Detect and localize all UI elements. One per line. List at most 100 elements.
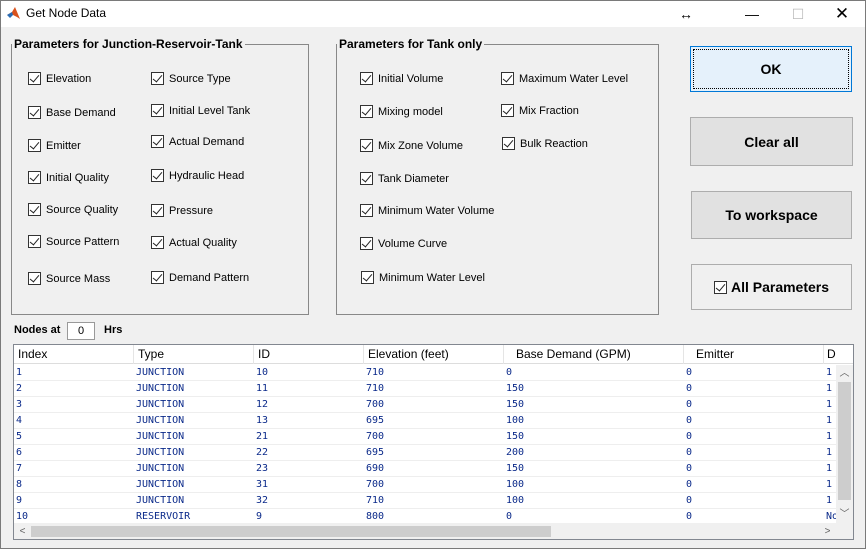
source-mass-checkbox[interactable]: Source Mass [28, 272, 110, 285]
horizontal-scrollbar[interactable]: < > [14, 523, 836, 539]
checkbox-box[interactable] [360, 72, 373, 85]
node-data-table[interactable]: Index Type ID Elevation (feet) Base Dema… [13, 344, 854, 540]
checkbox-box[interactable] [360, 204, 373, 217]
tank-diameter-checkbox[interactable]: Tank Diameter [360, 172, 449, 185]
checkbox-box[interactable] [501, 72, 514, 85]
scroll-up-icon[interactable]: ︿ [836, 365, 853, 382]
pressure-checkbox[interactable]: Pressure [151, 204, 213, 217]
table-cell[interactable]: JUNCTION [134, 461, 254, 477]
base-demand-checkbox[interactable]: Base Demand [28, 106, 116, 119]
table-cell[interactable]: 695 [364, 445, 504, 461]
table-cell[interactable]: 5 [14, 429, 134, 445]
initial-volume-checkbox[interactable]: Initial Volume [360, 72, 443, 85]
mixing-model-checkbox[interactable]: Mixing model [360, 105, 443, 118]
all-parameters-checkbox[interactable] [713, 280, 727, 294]
table-cell[interactable]: JUNCTION [134, 413, 254, 429]
table-cell[interactable]: 700 [364, 397, 504, 413]
source-pattern-checkbox[interactable]: Source Pattern [28, 235, 119, 248]
hydraulic-head-checkbox[interactable]: Hydraulic Head [151, 169, 244, 182]
initial-level-tank-checkbox[interactable]: Initial Level Tank [151, 104, 250, 117]
mix-fraction-checkbox[interactable]: Mix Fraction [501, 104, 579, 117]
table-cell[interactable]: 22 [254, 445, 364, 461]
source-type-checkbox[interactable]: Source Type [151, 72, 231, 85]
table-cell[interactable]: 710 [364, 381, 504, 397]
scroll-right-icon[interactable]: > [819, 523, 836, 539]
table-cell[interactable]: 710 [364, 493, 504, 509]
emitter-checkbox[interactable]: Emitter [28, 139, 81, 152]
table-row[interactable]: 5 JUNCTION 21 700 150 0 1 [14, 429, 836, 445]
resize-icon[interactable]: ↔ [663, 1, 709, 27]
table-cell[interactable]: JUNCTION [134, 493, 254, 509]
table-cell[interactable]: 0 [684, 397, 824, 413]
table-cell[interactable]: 0 [684, 461, 824, 477]
column-header-id[interactable]: ID [254, 345, 364, 364]
checkbox-box[interactable] [360, 139, 373, 152]
checkbox-box[interactable] [28, 139, 41, 152]
table-cell[interactable]: JUNCTION [134, 381, 254, 397]
table-cell[interactable]: 7 [14, 461, 134, 477]
actual-demand-checkbox[interactable]: Actual Demand [151, 135, 244, 148]
demand-pattern-checkbox[interactable]: Demand Pattern [151, 271, 249, 284]
minimum-water-volume-checkbox[interactable]: Minimum Water Volume [360, 204, 494, 217]
table-cell[interactable]: 100 [504, 493, 684, 509]
checkbox-box[interactable] [151, 104, 164, 117]
table-cell[interactable]: 690 [364, 461, 504, 477]
column-header-emitter[interactable]: Emitter [684, 345, 824, 364]
checkbox-box[interactable] [28, 106, 41, 119]
checkbox-box[interactable] [151, 271, 164, 284]
table-cell[interactable]: 0 [684, 429, 824, 445]
to-workspace-button[interactable]: To workspace [691, 191, 852, 239]
nodes-at-hours-input[interactable]: 0 [67, 322, 95, 340]
bulk-reaction-checkbox[interactable]: Bulk Reaction [502, 137, 588, 150]
table-row[interactable]: 3 JUNCTION 12 700 150 0 1 [14, 397, 836, 413]
ok-button[interactable]: OK [690, 46, 852, 92]
checkbox-box[interactable] [28, 272, 41, 285]
table-cell[interactable]: 0 [684, 477, 824, 493]
table-cell[interactable]: 695 [364, 413, 504, 429]
elevation-checkbox[interactable]: Elevation [28, 72, 91, 85]
minimum-water-level-checkbox[interactable]: Minimum Water Level [361, 271, 485, 284]
checkbox-box[interactable] [360, 105, 373, 118]
table-cell[interactable]: 1 [14, 365, 134, 381]
table-cell[interactable]: 23 [254, 461, 364, 477]
table-cell[interactable]: 150 [504, 381, 684, 397]
table-cell[interactable]: 0 [684, 365, 824, 381]
initial-quality-checkbox[interactable]: Initial Quality [28, 171, 109, 184]
table-cell[interactable]: 4 [14, 413, 134, 429]
scroll-left-icon[interactable]: < [14, 523, 31, 539]
checkbox-box[interactable] [501, 104, 514, 117]
table-cell[interactable]: 0 [684, 381, 824, 397]
checkbox-box[interactable] [360, 172, 373, 185]
table-row[interactable]: 9 JUNCTION 32 710 100 0 1 [14, 493, 836, 509]
table-cell[interactable]: 0 [684, 493, 824, 509]
checkbox-box[interactable] [28, 72, 41, 85]
checkbox-box[interactable] [151, 169, 164, 182]
checkbox-box[interactable] [361, 271, 374, 284]
table-cell[interactable]: 710 [364, 365, 504, 381]
vertical-scrollbar[interactable]: ︿ ﹀ [836, 365, 853, 523]
table-row[interactable]: 6 JUNCTION 22 695 200 0 1 [14, 445, 836, 461]
table-cell[interactable]: 2 [14, 381, 134, 397]
table-row[interactable]: 4 JUNCTION 13 695 100 0 1 [14, 413, 836, 429]
table-cell[interactable]: 150 [504, 429, 684, 445]
table-cell[interactable]: 0 [684, 445, 824, 461]
clear-all-button[interactable]: Clear all [690, 117, 853, 166]
table-row[interactable]: 2 JUNCTION 11 710 150 0 1 [14, 381, 836, 397]
volume-curve-checkbox[interactable]: Volume Curve [360, 237, 447, 250]
table-cell[interactable]: 100 [504, 413, 684, 429]
table-cell[interactable]: 700 [364, 429, 504, 445]
table-cell[interactable]: 10 [254, 365, 364, 381]
column-header-elevation[interactable]: Elevation (feet) [364, 345, 504, 364]
minimize-button[interactable]: — [729, 1, 775, 27]
table-cell[interactable]: 3 [14, 397, 134, 413]
table-cell[interactable]: 0 [684, 413, 824, 429]
table-cell[interactable]: 21 [254, 429, 364, 445]
column-header-type[interactable]: Type [134, 345, 254, 364]
table-cell[interactable]: 150 [504, 461, 684, 477]
checkbox-box[interactable] [151, 135, 164, 148]
checkbox-box[interactable] [151, 236, 164, 249]
table-cell[interactable]: JUNCTION [134, 445, 254, 461]
table-row[interactable]: 8 JUNCTION 31 700 100 0 1 [14, 477, 836, 493]
horizontal-scroll-thumb[interactable] [31, 526, 551, 537]
vertical-scroll-thumb[interactable] [838, 382, 851, 500]
